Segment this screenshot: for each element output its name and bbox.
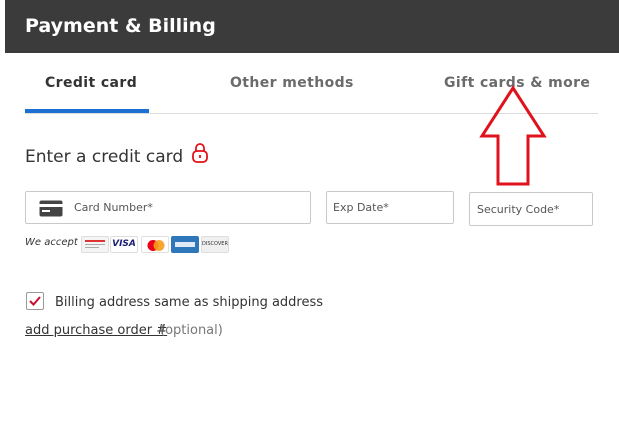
tab-credit-card[interactable]: Credit card: [45, 75, 137, 91]
exp-date-field: [326, 191, 454, 224]
card-number-input[interactable]: [74, 192, 304, 223]
tab-other-methods[interactable]: Other methods: [230, 75, 354, 91]
lock-icon: [192, 143, 208, 163]
add-purchase-order-link[interactable]: add purchase order #: [25, 323, 167, 338]
we-accept-label: We accept: [25, 237, 78, 248]
security-code-field: [469, 192, 593, 226]
header-bar: Payment & Billing: [5, 0, 619, 53]
discover-icon: DISCOVER: [201, 236, 229, 253]
section-title: Enter a credit card: [25, 147, 184, 167]
discover-text: DISCOVER: [202, 241, 228, 247]
amex-icon: [171, 236, 199, 253]
visa-text: VISA: [112, 239, 136, 249]
checkmark-icon: [29, 296, 41, 306]
active-tab-indicator: [25, 109, 149, 113]
exp-date-input[interactable]: [333, 192, 448, 223]
optional-label: (optional): [160, 323, 223, 338]
page-title: Payment & Billing: [25, 15, 216, 37]
billing-same-checkbox[interactable]: [26, 292, 44, 310]
store-card-icon: [81, 236, 109, 253]
security-code-input[interactable]: [477, 193, 589, 225]
arrow-up-annotation-icon: [479, 85, 547, 186]
billing-same-label: Billing address same as shipping address: [55, 295, 324, 310]
credit-card-icon: [39, 200, 63, 217]
card-number-field: [25, 191, 311, 224]
visa-icon: VISA: [110, 236, 138, 253]
mastercard-icon: [141, 236, 169, 253]
